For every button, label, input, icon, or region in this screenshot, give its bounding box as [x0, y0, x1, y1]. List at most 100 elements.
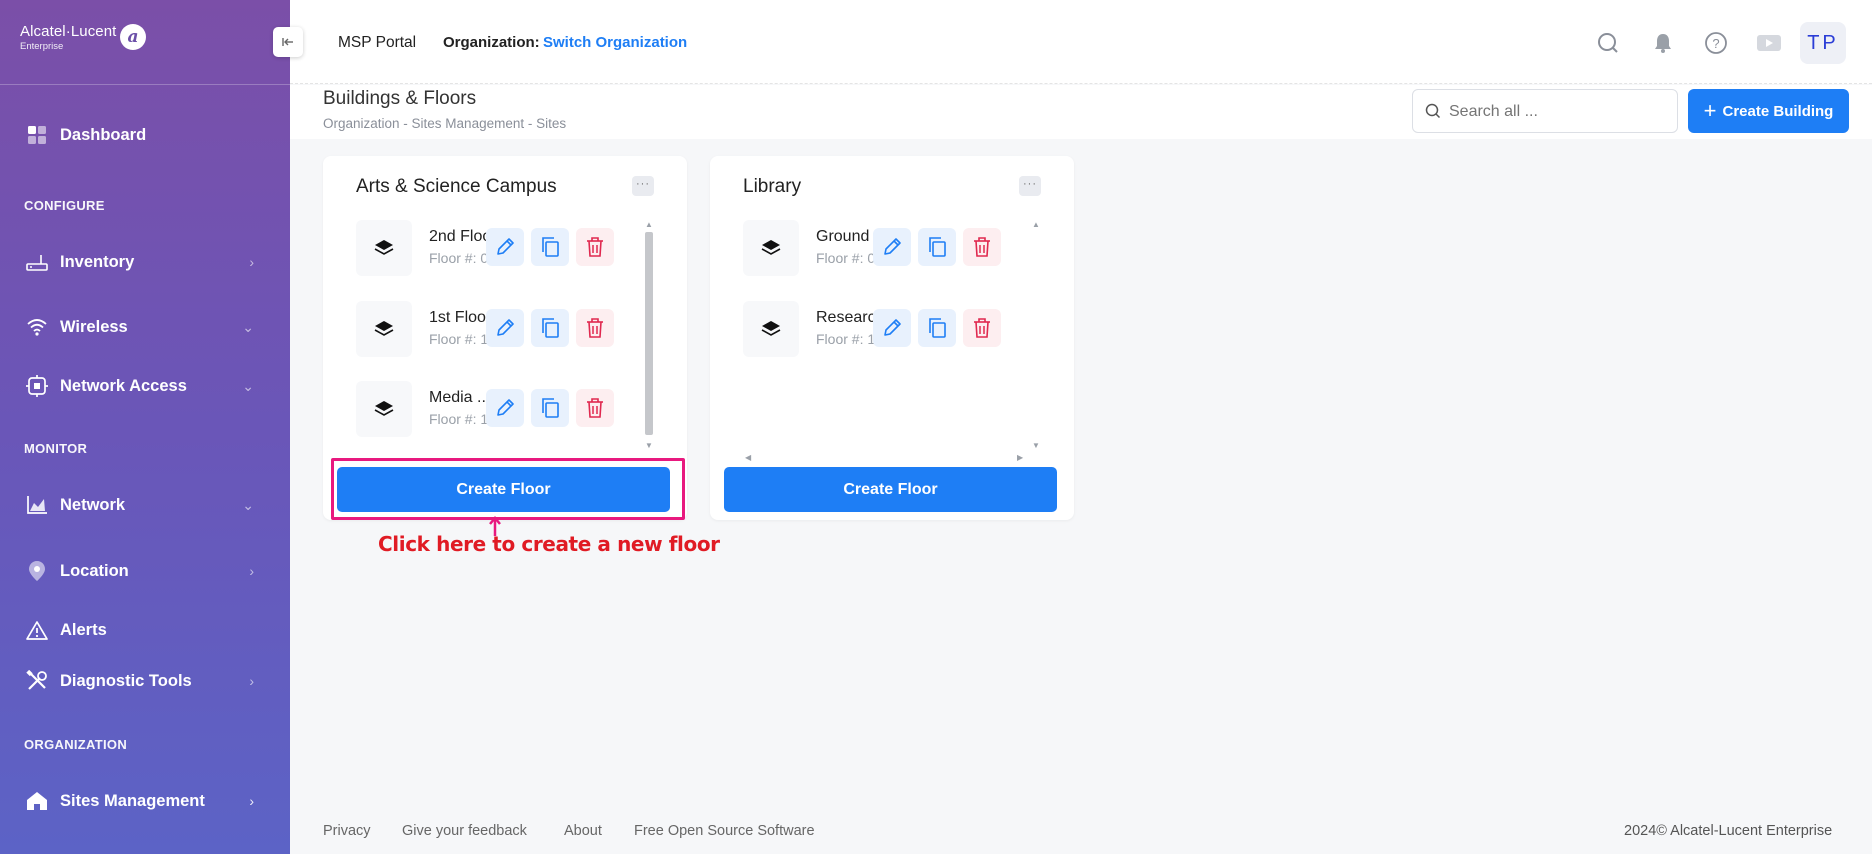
trash-icon [974, 318, 990, 338]
help-icon[interactable]: ? [1703, 30, 1729, 56]
network-access-icon [24, 375, 50, 397]
search-icon[interactable] [1595, 30, 1621, 56]
scroll-up-arrow[interactable]: ▲ [1032, 220, 1040, 229]
copy-icon [542, 398, 559, 418]
copyright: 2024© Alcatel-Lucent Enterprise [1624, 823, 1833, 839]
trash-icon [587, 398, 603, 418]
section-monitor: MONITOR [24, 441, 88, 456]
floor-row[interactable]: 2nd Floor Floor #: 0 [356, 220, 656, 276]
delete-floor-button[interactable] [576, 228, 614, 266]
copy-floor-button[interactable] [531, 389, 569, 427]
footer-link-privacy[interactable]: Privacy [323, 823, 371, 839]
sidebar-item-sites-management[interactable]: Sites Management › [24, 788, 254, 814]
scroll-down-arrow[interactable]: ▼ [645, 441, 653, 450]
top-bar: MSP Portal Organization: Switch Organiza… [290, 0, 1872, 84]
sidebar-item-label: Location [60, 561, 129, 580]
copy-floor-button[interactable] [918, 309, 956, 347]
scroll-up-arrow[interactable]: ▲ [645, 220, 653, 229]
floor-row[interactable]: Media ... Floor #: 1 [356, 381, 656, 437]
search-input[interactable] [1449, 100, 1669, 124]
search-box[interactable] [1412, 89, 1678, 133]
chevron-right-icon: › [249, 563, 254, 579]
delete-floor-button[interactable] [576, 309, 614, 347]
home-icon [24, 790, 50, 812]
trash-icon [587, 318, 603, 338]
sidebar-item-wireless[interactable]: Wireless ⌄ [24, 314, 254, 340]
organization-label: Organization: [443, 34, 540, 51]
delete-floor-button[interactable] [576, 389, 614, 427]
sidebar-item-label: Alerts [60, 620, 107, 639]
sidebar-divider [0, 84, 290, 85]
building-name: Library [743, 176, 802, 197]
floor-number: Floor #: 0 [816, 250, 876, 266]
portal-name: MSP Portal [338, 34, 417, 51]
user-avatar[interactable]: TP [1800, 22, 1846, 64]
video-icon[interactable] [1756, 30, 1782, 56]
bell-icon[interactable] [1650, 30, 1676, 56]
scroll-left-arrow[interactable]: ◀ [745, 453, 751, 462]
create-floor-button[interactable]: Create Floor [724, 467, 1057, 512]
sidebar-item-alerts[interactable]: Alerts [24, 617, 254, 643]
edit-floor-button[interactable] [873, 309, 911, 347]
brand-logo[interactable]: Alcatel·Lucent Enterprise a [20, 24, 150, 60]
scroll-right-arrow[interactable]: ▶ [1017, 453, 1023, 462]
copy-icon [542, 318, 559, 338]
sidebar-item-network[interactable]: Network ⌄ [24, 492, 254, 518]
floor-row[interactable]: Ground ... Floor #: 0 [743, 220, 1043, 276]
scroll-down-arrow[interactable]: ▼ [1032, 441, 1040, 450]
more-options-icon[interactable]: ··· [1019, 176, 1041, 196]
inventory-icon [24, 251, 50, 273]
floor-layers-icon [743, 301, 799, 357]
edit-floor-button[interactable] [486, 228, 524, 266]
plus-icon: + [1703, 98, 1717, 123]
arrow-left-icon [282, 38, 293, 46]
sidebar-item-label: Dashboard [60, 125, 147, 144]
copy-icon [542, 237, 559, 257]
scrollbar-thumb[interactable] [645, 232, 653, 435]
sidebar-item-label: Wireless [60, 317, 128, 336]
trash-icon [974, 237, 990, 257]
create-building-button[interactable]: + Create Building [1688, 89, 1849, 133]
floor-name: Media ... [429, 389, 491, 406]
building-name: Arts & Science Campus [356, 176, 557, 197]
edit-floor-button[interactable] [486, 389, 524, 427]
sidebar-item-dashboard[interactable]: Dashboard [24, 122, 254, 148]
edit-floor-button[interactable] [486, 309, 524, 347]
section-configure: CONFIGURE [24, 198, 105, 213]
floor-number: Floor #: 0 [429, 250, 489, 266]
switch-organization-link[interactable]: Switch Organization [543, 34, 687, 51]
chart-icon [24, 494, 50, 516]
trash-icon [587, 237, 603, 257]
delete-floor-button[interactable] [963, 228, 1001, 266]
delete-floor-button[interactable] [963, 309, 1001, 347]
sidebar-item-diagnostic-tools[interactable]: Diagnostic Tools › [24, 668, 254, 694]
footer-link-oss[interactable]: Free Open Source Software [634, 823, 815, 839]
chevron-down-icon: ⌄ [242, 318, 254, 335]
floor-row[interactable]: 1st Floor Floor #: 1 [356, 301, 656, 357]
sidebar-item-inventory[interactable]: Inventory › [24, 249, 254, 275]
more-options-icon[interactable]: ··· [632, 176, 654, 196]
sidebar-item-label: Sites Management [60, 791, 205, 810]
sidebar-item-network-access[interactable]: Network Access ⌄ [24, 373, 254, 399]
collapse-sidebar-button[interactable] [273, 27, 303, 57]
annotation-text: Click here to create a new floor [378, 532, 720, 556]
edit-floor-button[interactable] [873, 228, 911, 266]
building-card: Library ··· Ground ... Floor #: 0 Resear… [710, 156, 1074, 520]
pencil-icon [497, 319, 514, 336]
floor-row[interactable]: Researc... Floor #: 1 [743, 301, 1043, 357]
sidebar-item-location[interactable]: Location › [24, 558, 254, 584]
floor-name: 1st Floor [429, 309, 492, 326]
copy-floor-button[interactable] [531, 309, 569, 347]
location-pin-icon [24, 560, 50, 582]
pencil-icon [497, 238, 514, 255]
footer-link-about[interactable]: About [564, 823, 602, 839]
page-title: Buildings & Floors [323, 88, 477, 109]
copy-icon [929, 237, 946, 257]
copy-floor-button[interactable] [531, 228, 569, 266]
highlight-box [331, 458, 685, 520]
copy-icon [929, 318, 946, 338]
breadcrumb[interactable]: Organization - Sites Management - Sites [323, 116, 566, 131]
pencil-icon [884, 319, 901, 336]
copy-floor-button[interactable] [918, 228, 956, 266]
footer-link-feedback[interactable]: Give your feedback [402, 823, 527, 839]
